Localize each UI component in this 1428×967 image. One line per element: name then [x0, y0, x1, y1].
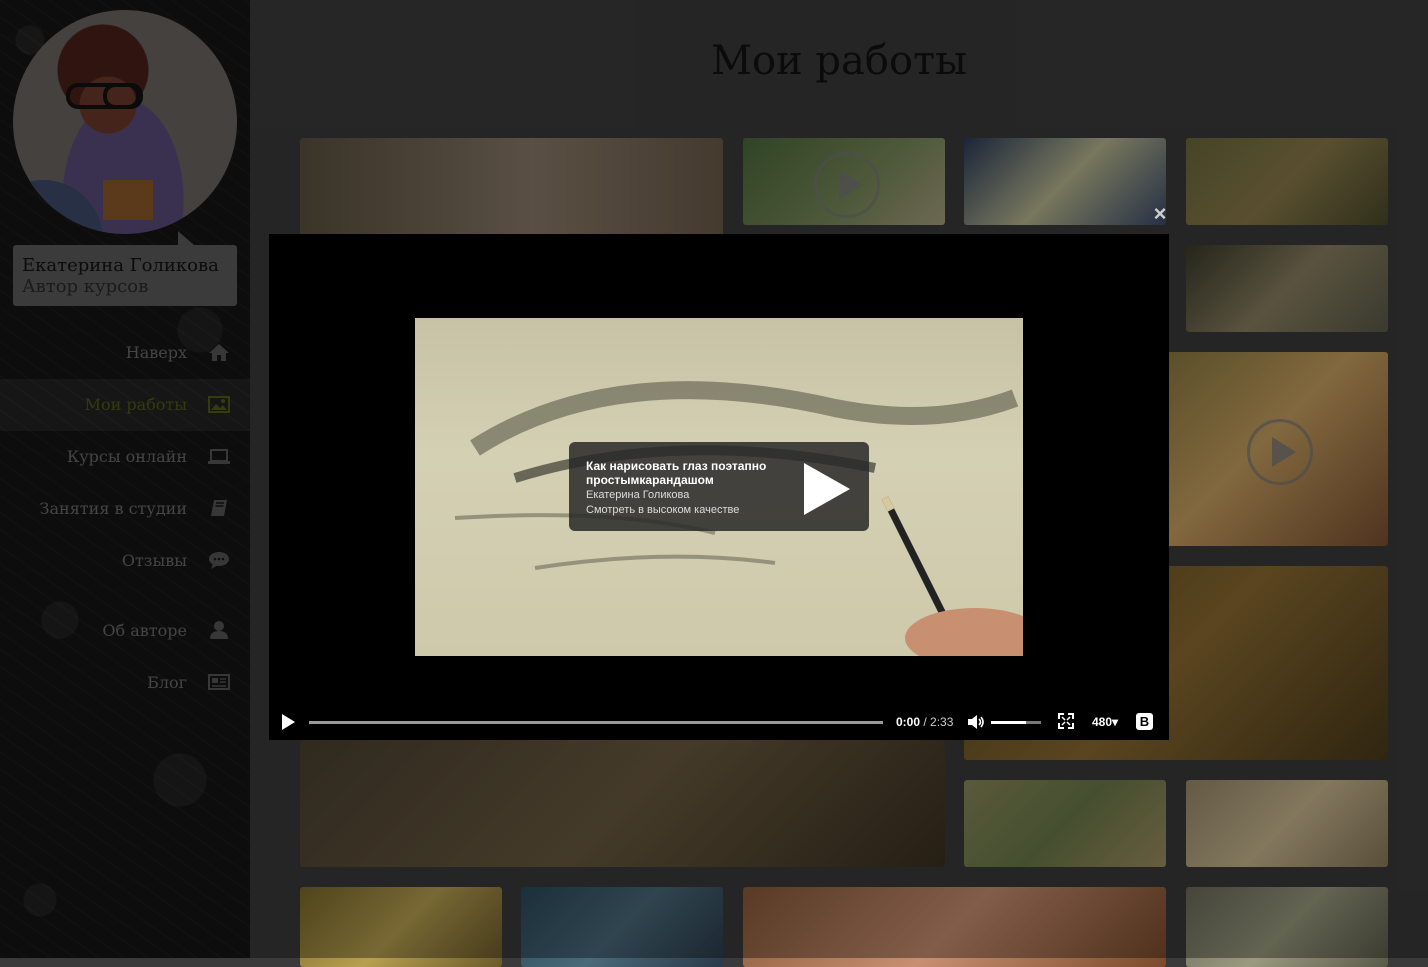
fullscreen-icon[interactable] — [1058, 713, 1074, 729]
duration: / 2:33 — [923, 715, 954, 729]
big-play-icon[interactable] — [804, 463, 850, 515]
quality-selector[interactable]: 480▾ — [1092, 715, 1118, 729]
close-icon[interactable]: × — [1150, 203, 1170, 225]
video-title[interactable]: Как нарисовать глаз поэтапно простымкара… — [586, 459, 786, 487]
volume-icon[interactable] — [966, 713, 986, 731]
video-frame[interactable]: Как нарисовать глаз поэтапно простымкара… — [415, 318, 1023, 656]
video-info-box[interactable]: Как нарисовать глаз поэтапно простымкара… — [569, 442, 869, 531]
volume-slider[interactable] — [991, 721, 1041, 724]
chevron-down-icon: ▾ — [1112, 715, 1119, 729]
video-player[interactable]: Как нарисовать глаз поэтапно простымкара… — [269, 234, 1169, 740]
time-display: 0:00 / 2:33 — [896, 715, 953, 729]
play-icon[interactable] — [282, 714, 295, 730]
player-controls: 0:00 / 2:33 480▾ В — [269, 702, 1169, 742]
vk-logo[interactable]: В — [1136, 713, 1153, 730]
video-author[interactable]: Екатерина Голикова — [586, 489, 689, 501]
quality-value: 480 — [1092, 715, 1113, 729]
volume-level — [991, 721, 1026, 724]
current-time: 0:00 — [896, 715, 921, 729]
hq-link[interactable]: Смотреть в высоком качестве — [586, 504, 739, 516]
progress-bar[interactable] — [309, 721, 883, 724]
